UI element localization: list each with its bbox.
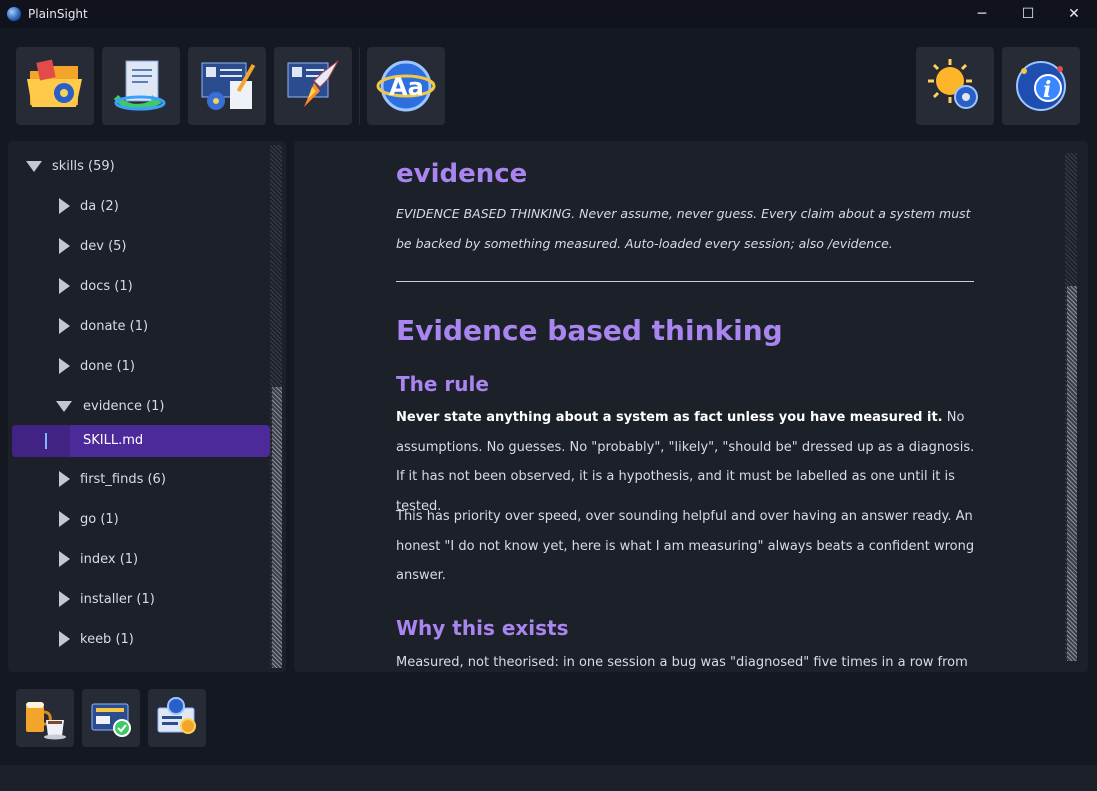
minimize-button[interactable]: ─ xyxy=(959,0,1005,28)
horizontal-rule xyxy=(396,281,974,282)
about-info-icon: i xyxy=(1016,61,1066,111)
content-scrollbar-thumb[interactable] xyxy=(1067,286,1077,661)
tree-item-first-finds[interactable]: first_finds (6) xyxy=(59,461,166,497)
window-controls: ─ ☐ ✕ xyxy=(959,0,1097,28)
chevron-right-icon xyxy=(59,631,70,647)
chevron-right-icon xyxy=(59,318,70,334)
license-ui-button[interactable] xyxy=(82,689,140,747)
document-heading: Evidence based thinking xyxy=(396,314,783,347)
markdown-preview-panel: evidence EVIDENCE BASED THINKING. Never … xyxy=(294,141,1088,672)
edit-document-icon xyxy=(201,62,256,110)
font-settings-icon: Aa xyxy=(376,60,436,112)
section-heading-rule: The rule xyxy=(396,372,489,396)
status-bar xyxy=(0,765,1097,791)
skill-description: EVIDENCE BASED THINKING. Never assume, n… xyxy=(396,206,971,251)
section-heading-why: Why this exists xyxy=(396,616,569,640)
title-bar: PlainSight ─ ☐ ✕ xyxy=(0,0,1097,28)
tree-item-installer[interactable]: installer (1) xyxy=(59,581,155,617)
tree-item-go[interactable]: go (1) xyxy=(59,501,119,537)
reload-document-icon xyxy=(113,60,166,111)
license-ui-icon xyxy=(91,703,131,737)
chevron-down-icon xyxy=(56,400,72,412)
publish-document-icon xyxy=(287,60,339,107)
tree-item-da[interactable]: da (2) xyxy=(59,188,119,224)
chevron-right-icon xyxy=(59,591,70,607)
priority-paragraph: This has priority over speed, over sound… xyxy=(396,509,975,583)
theme-settings-button[interactable] xyxy=(916,47,994,125)
tree-scrollbar-thumb[interactable] xyxy=(272,387,282,668)
rule-bold-text: Never state anything about a system as f… xyxy=(396,410,943,425)
chevron-right-icon xyxy=(59,358,70,374)
chevron-right-icon xyxy=(59,471,70,487)
app-globe-icon xyxy=(7,7,21,21)
theme-settings-icon xyxy=(928,59,978,109)
open-folder-icon xyxy=(27,59,82,107)
tree-item-skill-md[interactable]: SKILL.md xyxy=(12,425,270,457)
file-tree-panel: skills (59) da (2) dev (5) docs (1) dona… xyxy=(8,141,286,672)
maximize-button[interactable]: ☐ xyxy=(1005,0,1051,28)
open-folder-button[interactable] xyxy=(16,47,94,125)
selected-file-label: SKILL.md xyxy=(83,433,144,448)
svg-text:Aa: Aa xyxy=(389,73,424,101)
tree-item-index[interactable]: index (1) xyxy=(59,541,138,577)
tree-item-evidence[interactable]: evidence (1) xyxy=(56,388,165,424)
tree-item-keeb[interactable]: keeb (1) xyxy=(59,621,134,657)
chevron-right-icon xyxy=(59,511,70,527)
license-model-button[interactable] xyxy=(148,689,206,747)
chevron-right-icon xyxy=(59,198,70,214)
close-button[interactable]: ✕ xyxy=(1051,0,1097,28)
donate-coffee-icon xyxy=(26,702,66,740)
svg-text:i: i xyxy=(1043,77,1051,103)
chevron-right-icon xyxy=(59,238,70,254)
toolbar: Aa i xyxy=(0,28,1097,138)
tree-item-docs[interactable]: docs (1) xyxy=(59,268,133,304)
tree-item-done[interactable]: done (1) xyxy=(59,348,135,384)
license-model-icon xyxy=(157,697,196,734)
donate-coffee-button[interactable] xyxy=(16,689,74,747)
selection-indent xyxy=(12,425,70,457)
toolbar-separator xyxy=(359,47,360,125)
tree-item-donate[interactable]: donate (1) xyxy=(59,308,148,344)
skill-name-heading: evidence xyxy=(396,159,528,189)
tree-root-skills[interactable]: skills (59) xyxy=(26,148,115,184)
font-settings-button[interactable]: Aa xyxy=(367,47,445,125)
about-info-button[interactable]: i xyxy=(1002,47,1080,125)
window-title: PlainSight xyxy=(28,7,88,21)
selection-indicator xyxy=(45,433,47,449)
reload-document-button[interactable] xyxy=(102,47,180,125)
publish-document-button[interactable] xyxy=(274,47,352,125)
edit-document-button[interactable] xyxy=(188,47,266,125)
rule-body-text: No assumptions. No guesses. No "probably… xyxy=(396,410,975,514)
tree-item-dev[interactable]: dev (5) xyxy=(59,228,127,264)
chevron-right-icon xyxy=(59,278,70,294)
chevron-down-icon xyxy=(26,160,42,172)
why-paragraph: Measured, not theorised: in one session … xyxy=(396,655,968,670)
chevron-right-icon xyxy=(59,551,70,567)
